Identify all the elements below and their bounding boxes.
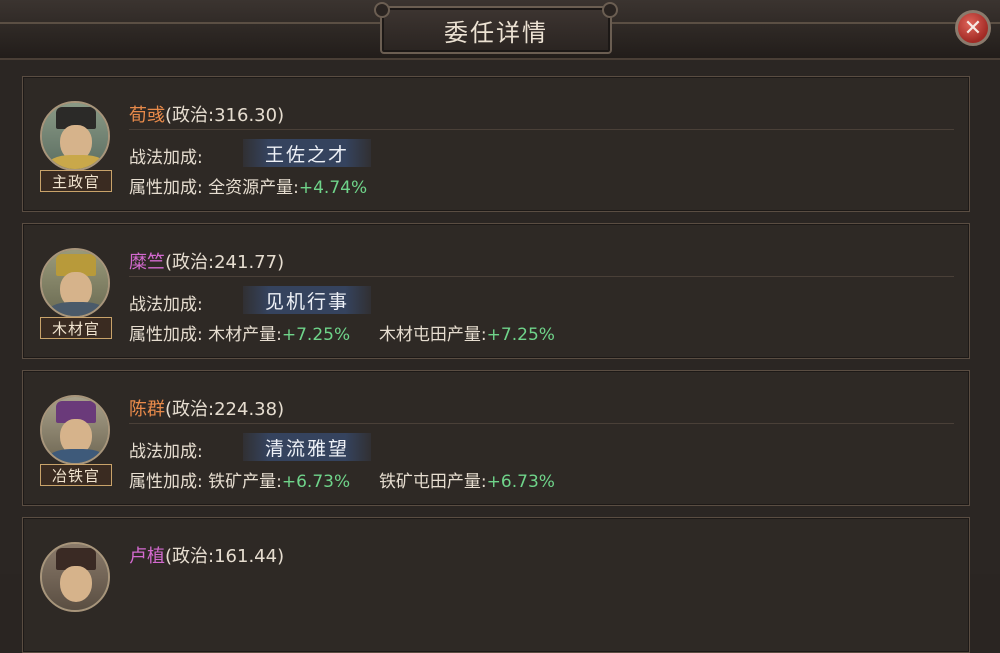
- ornament-icon: [374, 2, 390, 18]
- attribute-row: 属性加成: 木材产量:+7.25% 木材屯田产量:+7.25%: [129, 320, 555, 345]
- officer-portrait: [40, 248, 110, 318]
- attr-label: 属性加成:: [129, 178, 203, 198]
- divider: [129, 129, 954, 130]
- bonus-label: 铁矿产量:: [208, 472, 282, 492]
- skill-label: 战法加成:: [129, 148, 203, 168]
- skill-label: 战法加成:: [129, 295, 203, 315]
- officer-name: 荀彧: [129, 105, 165, 126]
- bonus-label: 木材屯田产量:: [378, 325, 487, 345]
- title-rail-left: [0, 22, 380, 24]
- title-plate: 委任详情: [374, 2, 618, 54]
- skill-badge[interactable]: 见机行事: [243, 286, 371, 314]
- divider: [129, 423, 954, 424]
- title-bar: 委任详情 ✕: [0, 0, 1000, 60]
- title-rail-right: [608, 22, 1000, 24]
- bonus-value: +7.25%: [281, 325, 351, 345]
- officer-card: 主政官 荀彧(政治:316.30) 战法加成: 王佐之才 属性加成: 全资源产量…: [22, 76, 970, 212]
- officer-portrait: [40, 542, 110, 612]
- officer-name-line: 糜竺(政治:241.77): [129, 248, 284, 274]
- bonus-value: +7.25%: [486, 325, 555, 345]
- close-button[interactable]: ✕: [955, 10, 991, 46]
- bonus-label: 全资源产量:: [208, 178, 299, 198]
- officer-card: 卢植(政治:161.44): [22, 517, 970, 653]
- page-title: 委任详情: [444, 18, 548, 47]
- divider: [129, 276, 954, 277]
- role-tag: 木材官: [40, 317, 112, 339]
- officer-name: 陈群: [129, 399, 165, 420]
- bonus-value: +6.73%: [281, 472, 351, 492]
- attr-label: 属性加成:: [129, 325, 203, 345]
- ornament-icon: [602, 2, 618, 18]
- politics-value: (政治:241.77): [165, 252, 285, 273]
- officer-portrait: [40, 101, 110, 171]
- skill-badge[interactable]: 王佐之才: [243, 139, 371, 167]
- officer-card: 冶铁官 陈群(政治:224.38) 战法加成: 清流雅望 属性加成: 铁矿产量:…: [22, 370, 970, 506]
- bonus-value: +4.74%: [298, 178, 368, 198]
- attribute-row: 属性加成: 铁矿产量:+6.73% 铁矿屯田产量:+6.73%: [129, 467, 555, 492]
- role-tag: 主政官: [40, 170, 112, 192]
- role-tag: 冶铁官: [40, 464, 112, 486]
- close-icon: ✕: [963, 15, 983, 41]
- officer-name: 卢植: [129, 546, 165, 567]
- officer-name-line: 卢植(政治:161.44): [129, 542, 284, 568]
- skill-label: 战法加成:: [129, 442, 203, 462]
- bonus-value: +6.73%: [486, 472, 555, 492]
- politics-value: (政治:316.30): [165, 105, 285, 126]
- officer-name-line: 荀彧(政治:316.30): [129, 101, 284, 127]
- officer-name: 糜竺: [129, 252, 165, 273]
- politics-value: (政治:161.44): [165, 546, 285, 567]
- officer-card: 木材官 糜竺(政治:241.77) 战法加成: 见机行事 属性加成: 木材产量:…: [22, 223, 970, 359]
- bonus-label: 木材产量:: [208, 325, 282, 345]
- officer-portrait: [40, 395, 110, 465]
- attribute-row: 属性加成: 全资源产量:+4.74%: [129, 173, 367, 198]
- politics-value: (政治:224.38): [165, 399, 285, 420]
- skill-badge[interactable]: 清流雅望: [243, 433, 371, 461]
- officer-list[interactable]: 主政官 荀彧(政治:316.30) 战法加成: 王佐之才 属性加成: 全资源产量…: [0, 60, 1000, 653]
- bonus-label: 铁矿屯田产量:: [378, 472, 487, 492]
- attr-label: 属性加成:: [129, 472, 203, 492]
- officer-name-line: 陈群(政治:224.38): [129, 395, 284, 421]
